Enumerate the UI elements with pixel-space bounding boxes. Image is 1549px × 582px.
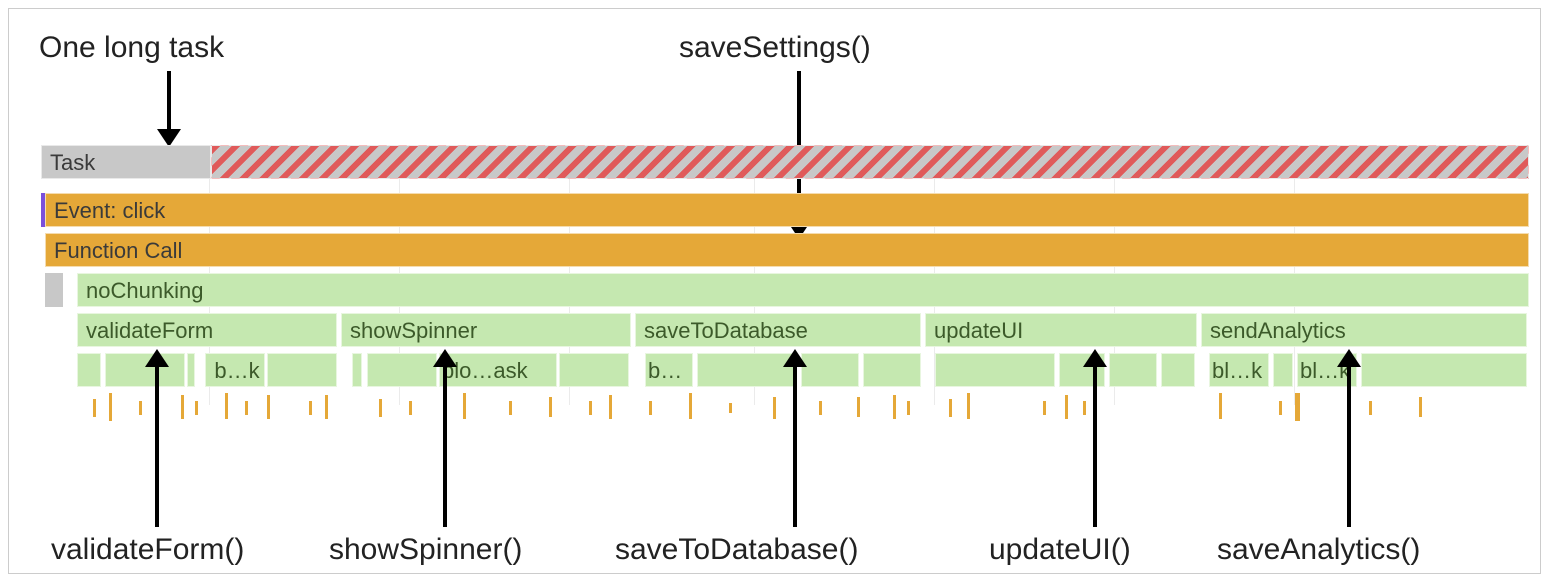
tick-mark [1083, 401, 1086, 415]
tick-mark [225, 393, 228, 419]
tick-mark [689, 393, 692, 419]
tick-mark [181, 395, 184, 419]
tick-mark [729, 403, 732, 413]
tick-mark [773, 397, 776, 419]
tick-mark [1419, 397, 1422, 417]
block-fragment [1361, 353, 1527, 387]
tick-mark [1219, 393, 1222, 419]
tick-mark [325, 395, 328, 419]
block-b2: blo…ask [439, 353, 557, 387]
task-bar-long [211, 145, 1529, 179]
block-fragment [1161, 353, 1195, 387]
annotation-update-ui: updateUI() [989, 533, 1131, 567]
block-fragment [863, 353, 921, 387]
tick-mark [1295, 393, 1300, 421]
tick-mark [649, 401, 652, 415]
block-fragment [559, 353, 629, 387]
tick-mark [1369, 401, 1372, 415]
tick-mark [549, 397, 552, 417]
tick-mark [1065, 395, 1068, 419]
block-fragment [367, 353, 437, 387]
block-fragment [187, 353, 195, 387]
tick-mark [907, 401, 910, 415]
block-fragment [1273, 353, 1293, 387]
tick-mark [463, 393, 466, 419]
block-b5: bl…k [1297, 353, 1357, 387]
block-fragment [801, 353, 859, 387]
tick-mark [267, 395, 270, 419]
annotation-save-settings: saveSettings() [679, 31, 871, 65]
tick-mark [309, 401, 312, 415]
annotation-validate-form: validateForm() [51, 533, 244, 567]
flame-chart: Task Event: click Function Call noChunki… [9, 145, 1540, 445]
tick-mark [109, 393, 112, 421]
block-fragment [352, 353, 362, 387]
show-spinner-bar: showSpinner [341, 313, 631, 347]
tick-mark [245, 401, 248, 415]
tick-mark [409, 401, 412, 415]
tick-mark [379, 399, 382, 417]
block-b4: bl…k [1209, 353, 1269, 387]
block-b3: b… [645, 353, 693, 387]
tick-mark [819, 401, 822, 415]
diagram-frame: One long task saveSettings() Task Event:… [8, 8, 1541, 574]
tick-mark [1043, 401, 1046, 415]
save-to-database-bar: saveToDatabase [635, 313, 921, 347]
validate-form-bar: validateForm [77, 313, 337, 347]
tick-mark [589, 401, 592, 415]
annotation-show-spinner: showSpinner() [329, 533, 522, 567]
update-ui-bar: updateUI [925, 313, 1197, 347]
block-fragment [105, 353, 185, 387]
tick-mark [893, 395, 896, 419]
tick-mark [139, 401, 142, 415]
no-chunking-bar: noChunking [77, 273, 1529, 307]
gray-sliver [45, 273, 63, 307]
annotation-save-analytics: saveAnalytics() [1217, 533, 1420, 567]
tick-mark [509, 401, 512, 415]
tick-mark [967, 393, 970, 419]
tick-mark [857, 397, 860, 417]
block-fragment [1109, 353, 1157, 387]
tick-strip [9, 393, 1540, 423]
tick-mark [195, 401, 198, 415]
block-fragment [77, 353, 101, 387]
block-b1: b…k [205, 353, 265, 387]
event-click-bar: Event: click [45, 193, 1529, 227]
block-fragment [1059, 353, 1105, 387]
annotation-one-long-task: One long task [39, 31, 224, 65]
arrow-one-long-task [149, 71, 189, 151]
tick-mark [1279, 401, 1282, 415]
tick-mark [949, 399, 952, 417]
tick-mark [609, 395, 612, 419]
block-fragment [935, 353, 1055, 387]
annotation-save-to-database: saveToDatabase() [615, 533, 858, 567]
function-call-bar: Function Call [45, 233, 1529, 267]
tick-mark [93, 399, 96, 417]
send-analytics-bar: sendAnalytics [1201, 313, 1527, 347]
block-fragment [267, 353, 337, 387]
task-bar-short: Task [41, 145, 211, 179]
block-fragment [697, 353, 797, 387]
